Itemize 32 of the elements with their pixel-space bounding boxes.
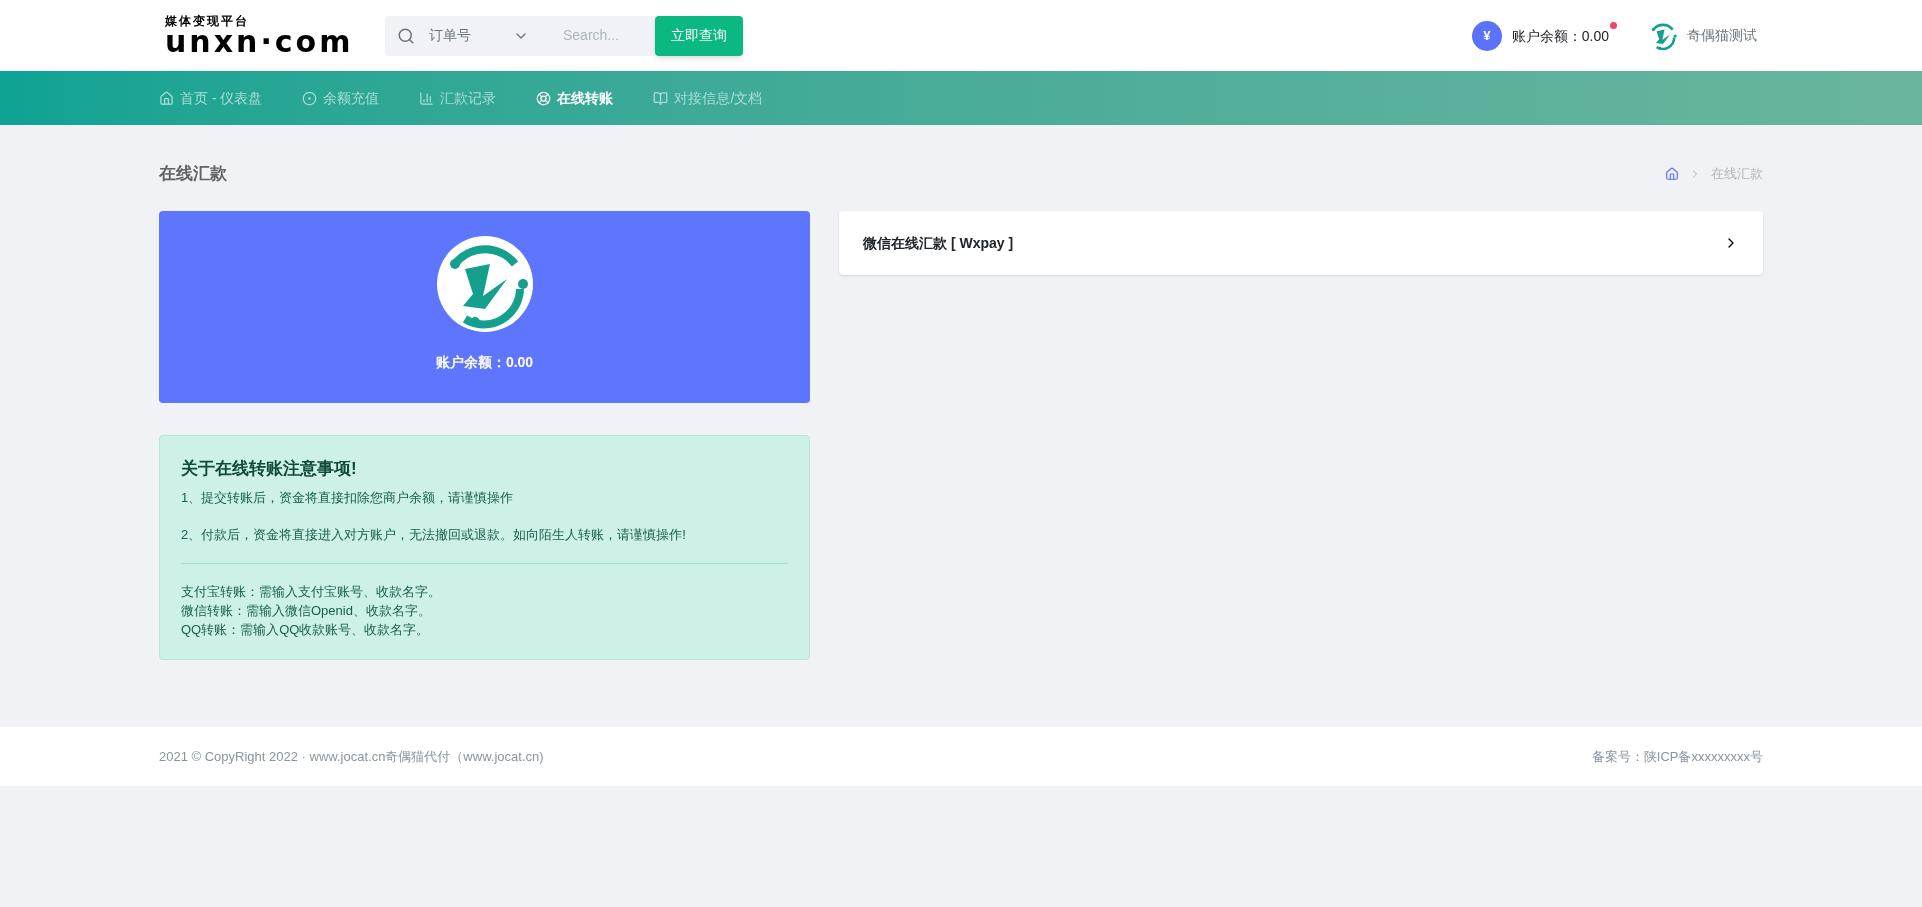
balance-text: 账户余额：0.00 xyxy=(1511,27,1609,44)
notice-point: 1、提交转账后，资金将直接扣除您商户余额，请谨慎操作 xyxy=(181,488,515,507)
bar-chart-icon xyxy=(419,90,435,106)
card-balance: 账户余额：0.00 xyxy=(435,353,534,372)
nav-tab[interactable]: 对接信息/文档 xyxy=(653,87,763,109)
book-icon xyxy=(653,90,669,106)
notice-point: 2、付款后，资金将直接进入对方账户，无法撤回或退款。如向陌生人转账，请谨慎操作! xyxy=(181,526,687,544)
currency-icon: ¥ xyxy=(1471,20,1502,51)
home-icon[interactable] xyxy=(1665,167,1679,181)
emblem-icon xyxy=(434,234,535,334)
user-name[interactable]: 奇偶猫测试 xyxy=(1687,25,1757,46)
breadcrumb-item: 在线汇款 xyxy=(1711,165,1763,184)
notice-title: 关于在线转账注意事项! xyxy=(181,458,358,480)
target-icon xyxy=(302,90,318,106)
nav-tab[interactable]: 在线转账 xyxy=(536,87,614,109)
requirement-line: 支付宝转账：需输入支付宝账号、收款名字。 xyxy=(181,582,442,601)
nav-tab[interactable]: 余额充值 xyxy=(302,87,380,109)
site-logo[interactable]: 媒体变现平台 unxn·com xyxy=(165,14,365,57)
requirement-line: 微信转账：需输入微信Openid、收款名字。 xyxy=(181,601,432,620)
copyright-text: 2021 © CopyRight 2022 · www.jocat.cn奇偶猫代付（www.jocat.cn) xyxy=(159,747,544,766)
filter-select[interactable]: 订单号 xyxy=(429,25,529,46)
icp-text: 备案号：陕ICP备xxxxxxxxx号 xyxy=(1591,747,1763,766)
search-button[interactable]: 立即查询 xyxy=(655,15,743,56)
lifebuoy-icon xyxy=(536,90,552,106)
nav-tab[interactable]: 汇款记录 xyxy=(419,87,497,109)
requirement-line: QQ转账：需输入QQ收款账号、收款名字。 xyxy=(181,620,431,639)
search-icon xyxy=(397,26,415,45)
payment-method-row[interactable]: 微信在线汇款 [ Wxpay ] xyxy=(839,211,1763,275)
page-title: 在线汇款 xyxy=(159,163,227,186)
search-field[interactable]: 订单号 Search... xyxy=(385,15,655,56)
home-icon xyxy=(159,90,174,106)
nav-tab[interactable]: 首页 - 仪表盘 xyxy=(159,87,263,109)
